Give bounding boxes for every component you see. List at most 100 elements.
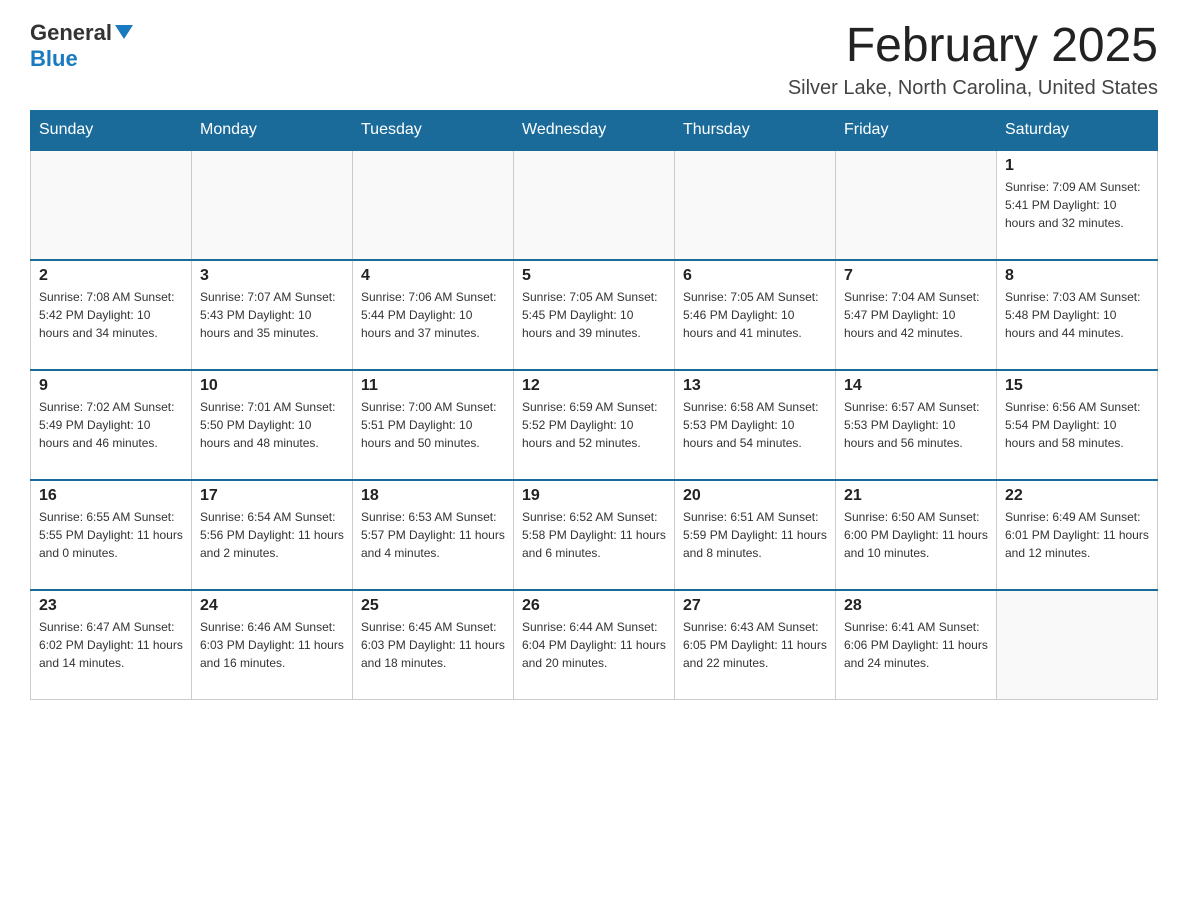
table-row: 9Sunrise: 7:02 AM Sunset: 5:49 PM Daylig… [31,370,192,480]
day-info: Sunrise: 7:08 AM Sunset: 5:42 PM Dayligh… [39,288,183,342]
table-row [514,150,675,260]
day-number: 27 [683,597,827,615]
day-number: 11 [361,377,505,395]
table-row [31,150,192,260]
table-row: 26 Sunrise: 6:44 AM Sunset: 6:04 PM Dayli… [514,590,675,700]
calendar-week-3: 9Sunrise: 7:02 AM Sunset: 5:49 PM Daylig… [31,370,1158,480]
day-number: 10 [200,377,344,395]
day-info: Sunrise: 7:05 AM Sunset: 5:46 PM Dayligh… [683,288,827,342]
day-info: Sunrise: 6:47 AM Sunset: 6:02 PM Dayligh… [39,618,183,672]
table-row: 14 Sunrise: 6:57 AM Sunset: 5:53 PM Dayli… [836,370,997,480]
table-row: 22 Sunrise: 6:49 AM Sunset: 6:01 PM Dayli… [997,480,1158,590]
day-info: Sunrise: 6:53 AM Sunset: 5:57 PM Dayligh… [361,508,505,562]
table-row: 18 Sunrise: 6:53 AM Sunset: 5:57 PM Dayli… [353,480,514,590]
day-number: 24 [200,597,344,615]
day-info: Sunrise: 6:50 AM Sunset: 6:00 PM Dayligh… [844,508,988,562]
day-info: Sunrise: 6:55 AM Sunset: 5:55 PM Dayligh… [39,508,183,562]
day-info: Sunrise: 6:52 AM Sunset: 5:58 PM Dayligh… [522,508,666,562]
day-number: 20 [683,487,827,505]
table-row [997,590,1158,700]
day-info: Sunrise: 6:46 AM Sunset: 6:03 PM Dayligh… [200,618,344,672]
location-subtitle: Silver Lake, North Carolina, United Stat… [788,77,1158,100]
table-row: 5Sunrise: 7:05 AM Sunset: 5:45 PM Daylig… [514,260,675,370]
day-info: Sunrise: 6:56 AM Sunset: 5:54 PM Dayligh… [1005,398,1149,452]
day-number: 6 [683,267,827,285]
page-header: General Blue February 2025 Silver Lake, … [30,20,1158,100]
table-row: 2 Sunrise: 7:08 AM Sunset: 5:42 PM Daylig… [31,260,192,370]
table-row: 24 Sunrise: 6:46 AM Sunset: 6:03 PM Dayli… [192,590,353,700]
table-row [353,150,514,260]
day-info: Sunrise: 6:43 AM Sunset: 6:05 PM Dayligh… [683,618,827,672]
table-row: 4 Sunrise: 7:06 AM Sunset: 5:44 PM Daylig… [353,260,514,370]
calendar-week-2: 2 Sunrise: 7:08 AM Sunset: 5:42 PM Daylig… [31,260,1158,370]
table-row: 13 Sunrise: 6:58 AM Sunset: 5:53 PM Dayli… [675,370,836,480]
day-number: 1 [1005,157,1149,175]
table-row [836,150,997,260]
day-info: Sunrise: 7:00 AM Sunset: 5:51 PM Dayligh… [361,398,505,452]
title-area: February 2025 Silver Lake, North Carolin… [788,20,1158,100]
calendar-week-5: 23 Sunrise: 6:47 AM Sunset: 6:02 PM Dayli… [31,590,1158,700]
table-row: 3 Sunrise: 7:07 AM Sunset: 5:43 PM Daylig… [192,260,353,370]
day-number: 5 [522,267,666,285]
table-row: 15 Sunrise: 6:56 AM Sunset: 5:54 PM Dayli… [997,370,1158,480]
day-info: Sunrise: 6:54 AM Sunset: 5:56 PM Dayligh… [200,508,344,562]
col-monday: Monday [192,110,353,150]
table-row: 27 Sunrise: 6:43 AM Sunset: 6:05 PM Dayli… [675,590,836,700]
day-number: 13 [683,377,827,395]
day-number: 21 [844,487,988,505]
table-row: 12Sunrise: 6:59 AM Sunset: 5:52 PM Dayli… [514,370,675,480]
table-row: 28 Sunrise: 6:41 AM Sunset: 6:06 PM Dayli… [836,590,997,700]
day-info: Sunrise: 7:06 AM Sunset: 5:44 PM Dayligh… [361,288,505,342]
day-number: 25 [361,597,505,615]
day-info: Sunrise: 6:44 AM Sunset: 6:04 PM Dayligh… [522,618,666,672]
calendar-header-row: Sunday Monday Tuesday Wednesday Thursday… [31,110,1158,150]
day-info: Sunrise: 7:04 AM Sunset: 5:47 PM Dayligh… [844,288,988,342]
day-info: Sunrise: 6:45 AM Sunset: 6:03 PM Dayligh… [361,618,505,672]
table-row [675,150,836,260]
day-info: Sunrise: 7:09 AM Sunset: 5:41 PM Dayligh… [1005,178,1149,232]
day-number: 22 [1005,487,1149,505]
day-number: 4 [361,267,505,285]
table-row: 21 Sunrise: 6:50 AM Sunset: 6:00 PM Dayli… [836,480,997,590]
table-row: 19 Sunrise: 6:52 AM Sunset: 5:58 PM Dayli… [514,480,675,590]
day-number: 19 [522,487,666,505]
table-row: 17 Sunrise: 6:54 AM Sunset: 5:56 PM Dayli… [192,480,353,590]
day-number: 18 [361,487,505,505]
col-wednesday: Wednesday [514,110,675,150]
logo-blue-text: Blue [30,46,78,72]
day-info: Sunrise: 6:49 AM Sunset: 6:01 PM Dayligh… [1005,508,1149,562]
day-number: 8 [1005,267,1149,285]
table-row: 10 Sunrise: 7:01 AM Sunset: 5:50 PM Dayli… [192,370,353,480]
logo: General Blue [30,20,133,72]
day-info: Sunrise: 6:58 AM Sunset: 5:53 PM Dayligh… [683,398,827,452]
day-number: 9 [39,377,183,395]
table-row: 8 Sunrise: 7:03 AM Sunset: 5:48 PM Daylig… [997,260,1158,370]
day-number: 17 [200,487,344,505]
table-row: 11 Sunrise: 7:00 AM Sunset: 5:51 PM Dayli… [353,370,514,480]
day-info: Sunrise: 6:57 AM Sunset: 5:53 PM Dayligh… [844,398,988,452]
day-info: Sunrise: 6:51 AM Sunset: 5:59 PM Dayligh… [683,508,827,562]
col-tuesday: Tuesday [353,110,514,150]
day-info: Sunrise: 6:59 AM Sunset: 5:52 PM Dayligh… [522,398,666,452]
day-number: 28 [844,597,988,615]
day-number: 2 [39,267,183,285]
calendar-week-1: 1 Sunrise: 7:09 AM Sunset: 5:41 PM Daylig… [31,150,1158,260]
day-number: 15 [1005,377,1149,395]
day-number: 14 [844,377,988,395]
logo-triangle-icon [115,25,133,44]
day-info: Sunrise: 6:41 AM Sunset: 6:06 PM Dayligh… [844,618,988,672]
day-number: 26 [522,597,666,615]
calendar-table: Sunday Monday Tuesday Wednesday Thursday… [30,110,1158,701]
table-row: 20 Sunrise: 6:51 AM Sunset: 5:59 PM Dayli… [675,480,836,590]
day-info: Sunrise: 7:01 AM Sunset: 5:50 PM Dayligh… [200,398,344,452]
table-row [192,150,353,260]
day-info: Sunrise: 7:07 AM Sunset: 5:43 PM Dayligh… [200,288,344,342]
day-info: Sunrise: 7:03 AM Sunset: 5:48 PM Dayligh… [1005,288,1149,342]
col-saturday: Saturday [997,110,1158,150]
logo-general-text: General [30,20,112,46]
table-row: 16Sunrise: 6:55 AM Sunset: 5:55 PM Dayli… [31,480,192,590]
table-row: 7Sunrise: 7:04 AM Sunset: 5:47 PM Daylig… [836,260,997,370]
day-number: 3 [200,267,344,285]
month-title: February 2025 [788,20,1158,73]
day-number: 23 [39,597,183,615]
